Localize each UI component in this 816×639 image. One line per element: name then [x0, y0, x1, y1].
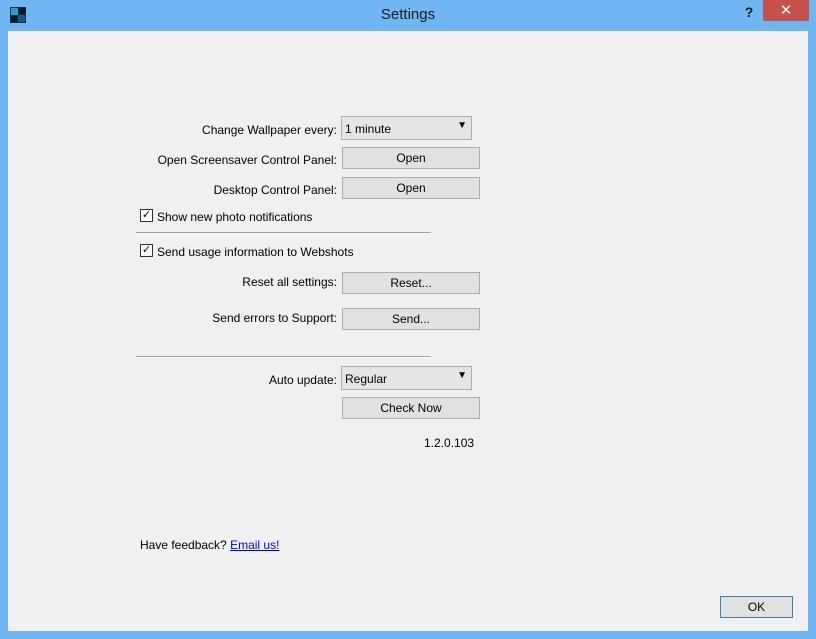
window-title: Settings — [380, 6, 436, 23]
open-screensaver-button[interactable]: Open — [342, 147, 480, 169]
photo-notifications-label: Show new photo notifications — [157, 210, 313, 224]
check-now-button[interactable]: Check Now — [342, 397, 480, 419]
usage-info-checkbox[interactable]: ✓ — [140, 244, 153, 257]
auto-update-label: Auto update: — [268, 373, 337, 387]
auto-update-select[interactable]: Regular ▼ — [341, 366, 472, 390]
photo-notifications-checkbox[interactable]: ✓ — [140, 209, 153, 222]
send-errors-label: Send errors to Support: — [212, 311, 337, 325]
chevron-down-icon: ▼ — [457, 120, 467, 131]
screensaver-panel-label: Open Screensaver Control Panel: — [157, 153, 337, 167]
email-us-link[interactable]: Email us! — [230, 538, 279, 552]
send-errors-button[interactable]: Send... — [342, 308, 480, 330]
title-bar[interactable]: Settings ? ✕ — [0, 0, 816, 31]
close-button[interactable]: ✕ — [763, 0, 809, 21]
settings-window: Settings ? ✕ Change Wallpaper every: 1 m… — [0, 0, 816, 639]
usage-info-label: Send usage information to Webshots — [157, 245, 354, 259]
auto-update-value: Regular — [345, 372, 388, 386]
desktop-panel-label: Desktop Control Panel: — [213, 183, 337, 197]
reset-button[interactable]: Reset... — [342, 272, 480, 294]
wallpaper-interval-select[interactable]: 1 minute ▼ — [341, 116, 472, 140]
separator — [136, 232, 431, 234]
feedback-text: Have feedback? — [140, 538, 227, 552]
wallpaper-interval-value: 1 minute — [345, 122, 392, 136]
chevron-down-icon: ▼ — [457, 370, 467, 381]
version-text: 1.2.0.103 — [424, 436, 475, 450]
wallpaper-interval-label: Change Wallpaper every: — [202, 123, 337, 137]
open-desktop-panel-button[interactable]: Open — [342, 177, 480, 199]
reset-settings-label: Reset all settings: — [242, 275, 337, 289]
help-button[interactable]: ? — [736, 2, 762, 24]
ok-button[interactable]: OK — [720, 596, 793, 618]
settings-panel: Change Wallpaper every: 1 minute ▼ Open … — [8, 31, 808, 631]
feedback-row: Have feedback? Email us! — [140, 538, 279, 552]
separator — [136, 356, 431, 358]
